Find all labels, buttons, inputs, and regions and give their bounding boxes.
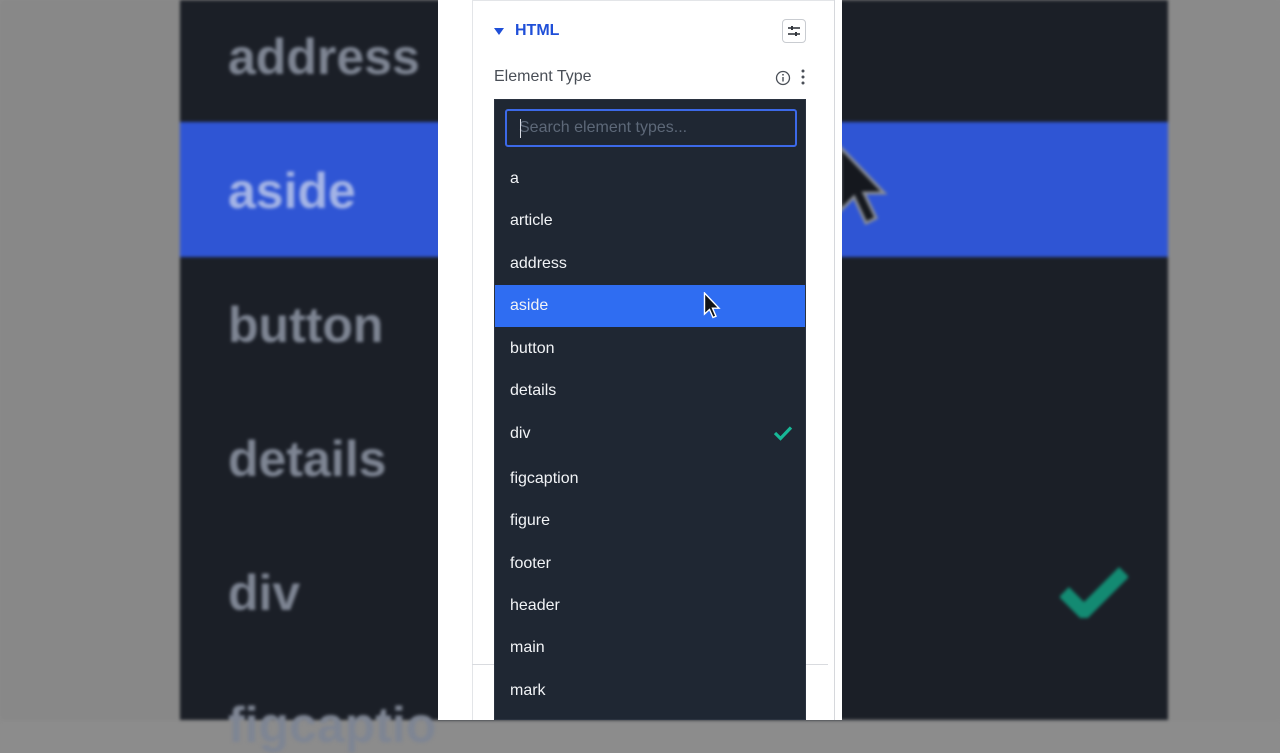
option-label: header <box>510 597 560 614</box>
option-mark[interactable]: mark <box>495 670 805 712</box>
option-label: button <box>510 340 555 357</box>
more-options-icon[interactable] <box>798 68 808 86</box>
section-title: HTML <box>515 22 560 39</box>
option-div[interactable]: div <box>495 413 805 455</box>
option-label: main <box>510 639 545 656</box>
option-figure[interactable]: figure <box>495 500 805 542</box>
option-label: mark <box>510 682 546 699</box>
option-a[interactable]: a <box>495 158 805 200</box>
caret-down-icon <box>494 27 504 35</box>
background-left-panel <box>0 0 180 720</box>
option-label: figure <box>510 512 551 529</box>
info-icon[interactable] <box>775 70 791 86</box>
option-label: div <box>510 425 531 442</box>
option-address[interactable]: address <box>495 243 805 285</box>
option-figcaption[interactable]: figcaption <box>495 458 805 500</box>
background-item: details <box>228 431 387 487</box>
section-header[interactable]: HTML <box>494 22 559 40</box>
background-item: address <box>228 29 420 85</box>
element-type-label: Element Type <box>494 68 592 85</box>
option-label: article <box>510 212 553 229</box>
option-button[interactable]: button <box>495 328 805 370</box>
search-input[interactable] <box>507 111 795 145</box>
background-cursor-icon <box>838 145 888 226</box>
search-box[interactable] <box>505 109 797 147</box>
option-aside[interactable]: aside <box>495 285 805 327</box>
background-item: button <box>228 297 384 353</box>
option-header[interactable]: header <box>495 585 805 627</box>
option-label: details <box>510 382 557 399</box>
panel-edge <box>834 0 842 720</box>
option-label: aside <box>510 297 549 314</box>
option-label: footer <box>510 555 551 572</box>
background-item: div <box>228 565 301 621</box>
option-article[interactable]: article <box>495 200 805 242</box>
option-label: address <box>510 255 567 272</box>
option-main[interactable]: main <box>495 627 805 669</box>
mouse-pointer-icon <box>703 292 721 319</box>
background-item: aside <box>228 163 356 219</box>
background-check-icon <box>1060 567 1128 618</box>
option-details[interactable]: details <box>495 370 805 412</box>
option-label: a <box>510 170 519 187</box>
text-cursor <box>520 119 521 138</box>
option-label: figcaption <box>510 470 579 487</box>
checkmark-icon <box>773 426 793 441</box>
settings-toggle-button[interactable] <box>782 19 806 43</box>
background-right-panel <box>1168 0 1280 720</box>
option-footer[interactable]: footer <box>495 543 805 585</box>
element-type-dropdown[interactable]: a article address aside button details d… <box>494 99 806 720</box>
sliders-icon <box>788 26 800 36</box>
background-item: figcaptio <box>228 697 437 753</box>
